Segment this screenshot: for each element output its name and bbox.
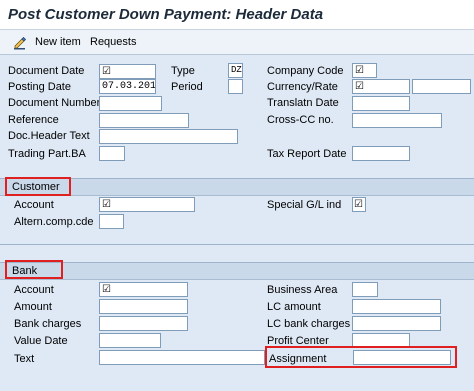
posting-date-label: Posting Date [8, 81, 71, 93]
altern-comp-cde-label: Altern.comp.cde [14, 216, 94, 228]
document-date-label: Document Date [8, 65, 85, 77]
section-divider [0, 244, 474, 245]
new-item-button[interactable]: New item [35, 36, 81, 48]
period-field[interactable] [228, 79, 243, 94]
company-code-label: Company Code [267, 65, 344, 77]
business-area-field[interactable] [352, 282, 378, 297]
application-toolbar: New item Requests [0, 30, 474, 55]
tax-report-date-field[interactable] [352, 146, 410, 161]
title-bar: Post Customer Down Payment: Header Data [0, 0, 474, 30]
bank-charges-field[interactable] [99, 316, 188, 331]
bank-account-field[interactable]: ☑ [99, 282, 188, 297]
requests-button[interactable]: Requests [90, 36, 136, 48]
reference-label: Reference [8, 114, 59, 126]
customer-account-field[interactable]: ☑ [99, 197, 195, 212]
text-field[interactable] [99, 350, 265, 365]
page-title: Post Customer Down Payment: Header Data [8, 6, 324, 23]
currency-field[interactable]: ☑ [352, 79, 410, 94]
type-field[interactable]: DZ [228, 63, 243, 78]
trading-part-ba-label: Trading Part.BA [8, 148, 86, 160]
document-number-label: Document Number [8, 97, 101, 109]
value-date-label: Value Date [14, 335, 68, 347]
special-gl-ind-label: Special G/L ind [267, 199, 342, 211]
doc-header-text-label: Doc.Header Text [8, 130, 90, 142]
customer-section-header [0, 178, 474, 196]
cross-cc-no-field[interactable] [352, 113, 442, 128]
lc-bank-charges-label: LC bank charges [267, 318, 351, 330]
lc-bank-charges-field[interactable] [352, 316, 441, 331]
customer-highlight-box [5, 177, 71, 196]
pencil-edit-icon[interactable] [12, 35, 28, 51]
bank-account-label: Account [14, 284, 54, 296]
document-date-field[interactable]: ☑ [99, 64, 156, 79]
bank-charges-label: Bank charges [14, 318, 82, 330]
trading-part-ba-field[interactable] [99, 146, 125, 161]
value-date-field[interactable] [99, 333, 161, 348]
lc-amount-label: LC amount [267, 301, 321, 313]
translatn-date-field[interactable] [352, 96, 410, 111]
doc-header-text-field[interactable] [99, 129, 238, 144]
bank-highlight-box [5, 260, 63, 279]
amount-field[interactable] [99, 299, 188, 314]
posting-date-field[interactable]: 07.03.2014 [99, 79, 156, 94]
special-gl-ind-field[interactable]: ☑ [352, 197, 366, 212]
business-area-label: Business Area [267, 284, 338, 296]
assignment-highlight-box [265, 346, 457, 368]
currency-rate-label: Currency/Rate [267, 81, 338, 93]
lc-amount-field[interactable] [352, 299, 441, 314]
company-code-field[interactable]: ☑ [352, 63, 377, 78]
header-data-form: Document Date ☑ Type DZ Company Code ☑ P… [0, 56, 474, 391]
period-label: Period [171, 81, 203, 93]
tax-report-date-label: Tax Report Date [267, 148, 347, 160]
translatn-date-label: Translatn Date [267, 97, 339, 109]
reference-field[interactable] [99, 113, 189, 128]
altern-comp-cde-field[interactable] [99, 214, 124, 229]
type-label: Type [171, 65, 195, 77]
customer-account-label: Account [14, 199, 54, 211]
amount-label: Amount [14, 301, 52, 313]
exchange-rate-field[interactable] [412, 79, 471, 94]
cross-cc-no-label: Cross-CC no. [267, 114, 334, 126]
document-number-field[interactable] [99, 96, 162, 111]
bank-section-header [0, 262, 474, 280]
text-label: Text [14, 353, 35, 365]
